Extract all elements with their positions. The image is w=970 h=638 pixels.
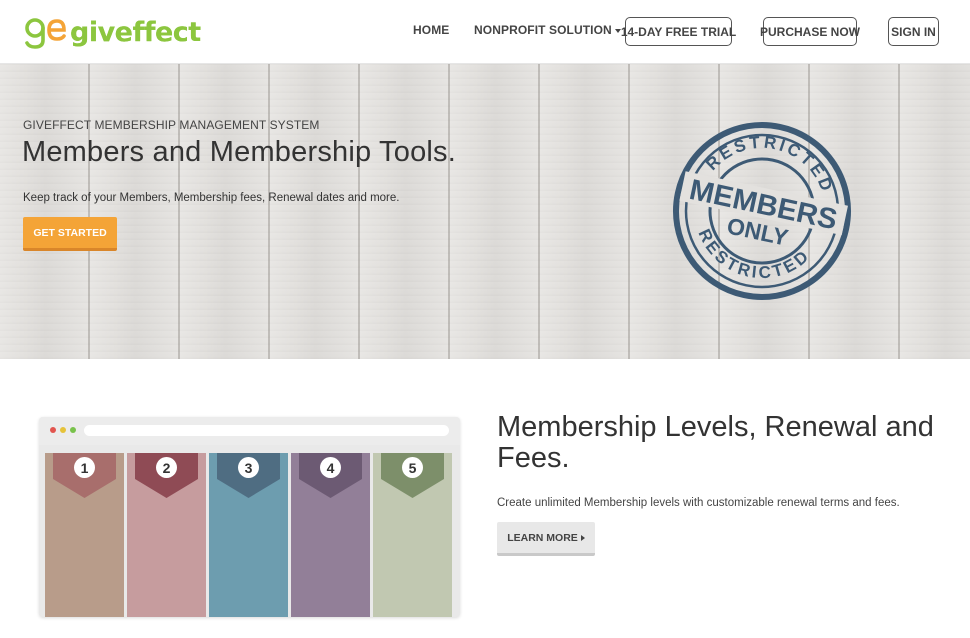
sign-in-button[interactable]: SIGN IN — [888, 17, 939, 46]
minimize-dot-icon — [60, 427, 66, 433]
browser-toolbar — [39, 417, 460, 445]
logo-wordmark: giveffect — [70, 16, 201, 48]
level-number: 2 — [156, 457, 177, 478]
free-trial-button[interactable]: 14-DAY FREE TRIAL — [621, 17, 736, 46]
nav-home-link[interactable]: HOME — [413, 23, 449, 37]
feature-title: Membership Levels, Renewal and Fees. — [497, 411, 934, 474]
get-started-button[interactable]: GET STARTED — [23, 217, 117, 251]
site-header: giveffect HOME NONPROFIT SOLUTION 14-DAY… — [0, 0, 970, 64]
level-number: 5 — [402, 457, 423, 478]
feature-description: Create unlimited Membership levels with … — [497, 497, 900, 509]
level-number: 1 — [74, 457, 95, 478]
level-column: 4 — [291, 453, 370, 617]
hero-title: Members and Membership Tools. — [22, 136, 457, 168]
logo-mark-icon — [25, 18, 66, 49]
level-column: 5 — [373, 453, 452, 617]
hero-description: Keep track of your Members, Membership f… — [23, 192, 400, 204]
giveffect-logo[interactable]: giveffect — [24, 14, 201, 50]
learn-more-label: LEARN MORE — [507, 531, 578, 544]
level-column: 2 — [127, 453, 206, 617]
nav-nonprofit-solution-link[interactable]: NONPROFIT SOLUTION — [474, 23, 621, 37]
maximize-dot-icon — [70, 427, 76, 433]
caret-right-icon — [580, 534, 585, 541]
members-only-stamp-icon: RESTRICTED RESTRICTED MEMBERS ONLY — [673, 120, 851, 300]
close-dot-icon — [50, 427, 56, 433]
level-number: 3 — [238, 457, 259, 478]
purchase-now-button[interactable]: PURCHASE NOW — [760, 17, 860, 46]
nav-nonprofit-label: NONPROFIT SOLUTION — [474, 23, 612, 37]
hero-kicker: GIVEFFECT MEMBERSHIP MANAGEMENT SYSTEM — [23, 118, 320, 132]
level-columns: 1 2 3 4 5 — [45, 453, 453, 617]
learn-more-button[interactable]: LEARN MORE — [497, 522, 595, 556]
level-column: 3 — [209, 453, 288, 617]
level-column: 1 — [45, 453, 124, 617]
level-number: 4 — [320, 457, 341, 478]
url-bar — [84, 425, 449, 436]
hero-banner: GIVEFFECT MEMBERSHIP MANAGEMENT SYSTEM M… — [0, 64, 970, 359]
membership-levels-illustration: 1 2 3 4 5 — [39, 417, 460, 617]
